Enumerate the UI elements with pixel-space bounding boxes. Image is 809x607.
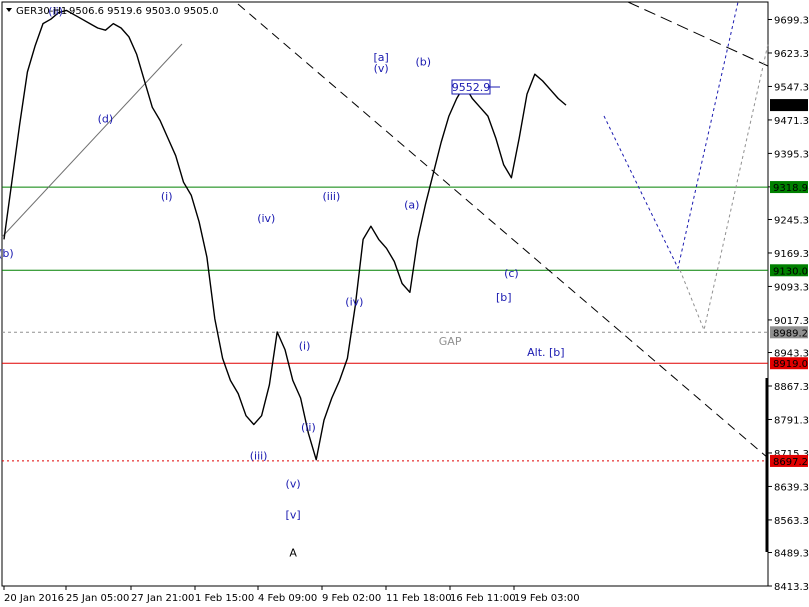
price-tag-label-5: 8697.2	[773, 457, 808, 468]
y-tick-label: 8867.3	[774, 382, 809, 393]
x-tick-label: 27 Jan 21:00	[131, 593, 194, 604]
price-chart[interactable]: (ii)[a](b)(v)(d)(b)(i)(iii)(iv)(a)(c)[b]…	[0, 0, 809, 607]
wave-label-3: (v)	[374, 62, 389, 75]
price-tag-label-3: 8989.2	[773, 328, 808, 339]
x-tick-label: 16 Feb 11:00	[450, 593, 516, 604]
wave-label-8: (iv)	[257, 212, 275, 225]
time-axis[interactable]: 20 Jan 2016 25 Jan 05:00 27 Jan 21:00 1 Feb…	[3, 586, 580, 604]
x-tick-label: 4 Feb 09:00	[258, 593, 317, 604]
wave-label-18: (v)	[286, 477, 301, 490]
header-symbol: GER30-H1	[16, 6, 67, 17]
wave-label-14: (i)	[299, 340, 311, 353]
wave-label-20: A	[289, 547, 297, 560]
y-tick-label: 8413.3	[774, 582, 809, 593]
wave-label-4: (d)	[98, 113, 114, 126]
y-tick-label: 9547.3	[774, 82, 809, 93]
wave-label-17: (ii)	[301, 421, 316, 434]
y-tick-label: 9395.3	[774, 149, 809, 160]
price-tag-label-4: 8919.0	[773, 359, 808, 370]
price-tag-label-2: 9130.0	[773, 266, 808, 277]
x-tick-label: 25 Jan 05:00	[66, 593, 129, 604]
callout-text: 9552.9	[452, 81, 491, 94]
y-tick-label: 8563.3	[774, 516, 809, 527]
wave-label-2: (b)	[416, 55, 432, 68]
chart-header: GER30-H1 9506.6 9519.6 9503.0 9505.0	[6, 6, 219, 17]
chart-root: (ii)[a](b)(v)(d)(b)(i)(iii)(iv)(a)(c)[b]…	[0, 0, 809, 607]
x-tick-label: 9 Feb 02:00	[322, 593, 381, 604]
y-tick-label: 8791.3	[774, 415, 809, 426]
y-tick-label: 9169.3	[774, 249, 809, 260]
wave-label-6: (i)	[161, 190, 173, 203]
y-tick-label: 9471.3	[774, 116, 809, 127]
price-tag-label-0: 9505.0	[773, 101, 808, 112]
y-tick-label: 8639.3	[774, 482, 809, 493]
x-tick-label: 11 Feb 18:00	[386, 593, 452, 604]
y-tick-label: 9623.3	[774, 49, 809, 60]
wave-label-5: (b)	[0, 247, 14, 260]
x-tick-label: 20 Jan 2016	[4, 593, 64, 604]
price-tag-label-1: 9318.9	[773, 183, 808, 194]
wave-label-10: (c)	[504, 267, 519, 280]
y-tick-label: 9093.3	[774, 282, 809, 293]
header-ohlc: 9506.6 9519.6 9503.0 9505.0	[69, 6, 219, 17]
wave-label-15: Alt. [b]	[527, 346, 564, 359]
y-tick-label: 9245.3	[774, 215, 809, 226]
x-tick-label: 1 Feb 15:00	[195, 593, 254, 604]
y-tick-label: 9699.3	[774, 15, 809, 26]
y-tick-label: 9017.3	[774, 316, 809, 327]
wave-label-9: (a)	[404, 199, 419, 212]
wave-label-16: (iii)	[250, 450, 268, 463]
wave-label-13: (iv)	[345, 296, 363, 309]
wave-label-12: GAP	[439, 335, 462, 348]
wave-label-19: [v]	[286, 508, 301, 521]
wave-label-7: (iii)	[322, 190, 340, 203]
y-tick-label: 8489.3	[774, 549, 809, 560]
wave-label-11: [b]	[496, 291, 512, 304]
x-tick-label: 19 Feb 03:00	[514, 593, 580, 604]
plot-frame	[1, 1, 769, 587]
